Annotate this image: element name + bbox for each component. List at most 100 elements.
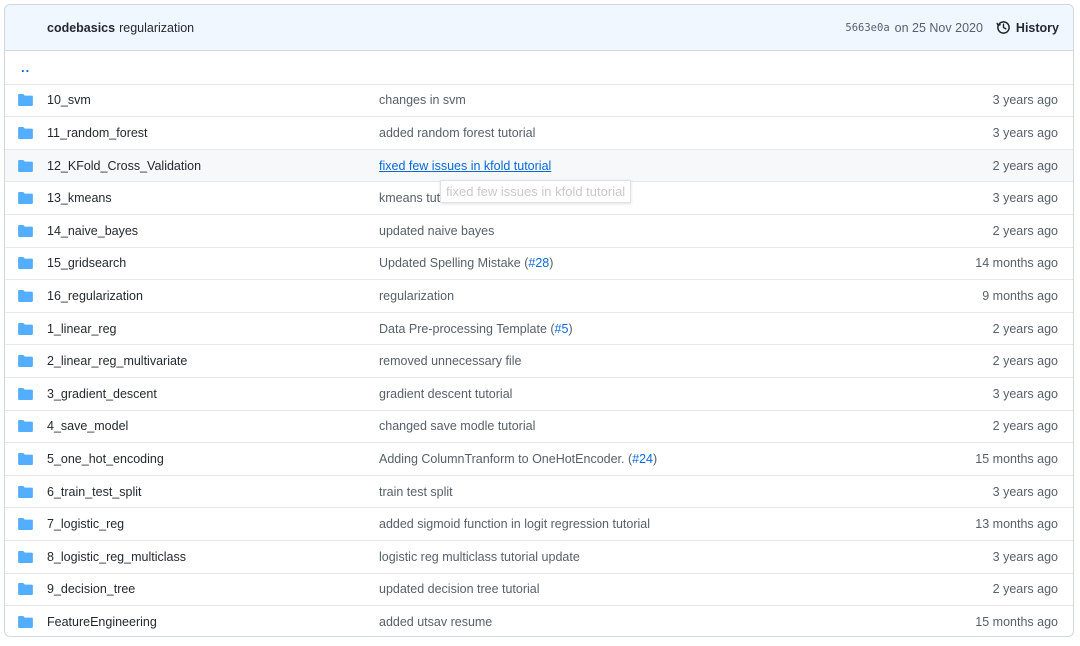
commit-author[interactable]: codebasics — [47, 21, 115, 35]
folder-name-link[interactable]: FeatureEngineering — [47, 615, 379, 629]
folder-icon — [18, 452, 33, 465]
file-row[interactable]: 5_one_hot_encoding Adding ColumnTranform … — [5, 442, 1073, 475]
file-row[interactable]: 6_train_test_split train test split 3 year… — [5, 474, 1073, 508]
folder-name-link[interactable]: 16_regularization — [47, 289, 379, 303]
folder-name-link[interactable]: 10_svm — [47, 93, 379, 107]
file-row[interactable]: 12_KFold_Cross_Validation fixed few issue… — [5, 148, 1073, 182]
commit-message-link[interactable]: added utsav resume — [379, 615, 975, 629]
folder-icon — [18, 257, 33, 270]
commit-message-text: Updated Spelling Mistake ( — [379, 256, 529, 271]
folder-name-link[interactable]: 1_linear_reg — [47, 322, 379, 336]
folder-icon — [18, 387, 33, 400]
folder-name-link[interactable]: 7_logistic_reg — [47, 517, 379, 531]
commit-message-link[interactable]: changed save modle tutorial — [379, 419, 993, 433]
commit-message-suffix: ) — [653, 451, 658, 466]
file-row[interactable]: 10_svm changes in svm 3 years ago — [5, 83, 1073, 117]
commit-message-text: changes in svm — [379, 93, 466, 108]
file-row[interactable]: FeatureEngineering added utsav resume 15 m… — [5, 605, 1073, 636]
file-row[interactable]: 3_gradient_descent gradient descent tutor… — [5, 376, 1073, 410]
commit-age: 3 years ago — [992, 386, 1058, 401]
folder-name-link[interactable]: 15_gridsearch — [47, 256, 379, 270]
commit-message-suffix: ) — [568, 321, 573, 336]
commit-age: 2 years ago — [992, 223, 1058, 238]
commit-age: 2 years ago — [992, 354, 1058, 369]
commit-message-link[interactable]: Adding ColumnTranform to OneHotEncoder. … — [379, 452, 975, 466]
commit-message-link[interactable]: gradient descent tutorial — [379, 387, 993, 401]
folder-icon — [18, 159, 33, 172]
commit-sha[interactable]: 5663e0a — [845, 22, 889, 34]
file-row[interactable]: 16_regularization regularization 9 months … — [5, 279, 1073, 312]
commit-message-text: Data Pre-processing Template ( — [379, 321, 555, 336]
folder-icon — [18, 550, 33, 563]
folder-name-link[interactable]: 2_linear_reg_multivariate — [47, 354, 379, 368]
commit-age: 15 months ago — [975, 614, 1058, 629]
commit-message[interactable]: regularization — [119, 21, 194, 35]
folder-icon — [18, 126, 33, 139]
commit-message-link[interactable]: fixed few issues in kfold tutorial — [379, 159, 993, 173]
commit-message-link[interactable]: added sigmoid function in logit regressi… — [379, 517, 975, 531]
folder-icon — [18, 289, 33, 302]
folder-name-link[interactable]: 13_kmeans — [47, 191, 379, 205]
pull-request-link[interactable]: #24 — [632, 452, 653, 466]
folder-name-link[interactable]: 6_train_test_split — [47, 485, 379, 499]
commit-message-text: added sigmoid function in logit regressi… — [379, 517, 650, 532]
history-button[interactable]: History — [996, 20, 1059, 35]
parent-directory-link[interactable]: .. — [5, 60, 30, 75]
pull-request-link[interactable]: #5 — [555, 322, 569, 336]
commit-age: 2 years ago — [992, 582, 1058, 597]
file-row[interactable]: 7_logistic_reg added sigmoid function in … — [5, 507, 1073, 540]
folder-icon — [18, 583, 33, 596]
folder-name-link[interactable]: 14_naive_bayes — [47, 224, 379, 238]
pull-request-link[interactable]: #28 — [528, 256, 549, 270]
folder-name-link[interactable]: 12_KFold_Cross_Validation — [47, 159, 379, 173]
commit-message-text: logistic reg multiclass tutorial update — [379, 549, 580, 564]
folder-icon — [18, 485, 33, 498]
file-row[interactable]: 2_linear_reg_multivariate removed unneces… — [5, 344, 1073, 377]
file-row[interactable]: 15_gridsearch Updated Spelling Mistake (#… — [5, 246, 1073, 280]
file-row[interactable]: 14_naive_bayes updated naive bayes 2 years… — [5, 213, 1073, 247]
commit-age: 3 years ago — [992, 484, 1058, 499]
file-row[interactable]: 11_random_forest added random forest tuto… — [5, 116, 1073, 149]
latest-commit-bar: codebasics regularization 5663e0a on 25 … — [5, 5, 1073, 51]
folder-icon — [18, 322, 33, 335]
folder-name-link[interactable]: 9_decision_tree — [47, 582, 379, 596]
parent-directory-row[interactable]: .. — [5, 51, 1073, 84]
commit-age: 2 years ago — [992, 419, 1058, 434]
folder-name-link[interactable]: 5_one_hot_encoding — [47, 452, 379, 466]
folder-name-link[interactable]: 8_logistic_reg_multiclass — [47, 550, 379, 564]
history-label: History — [1015, 20, 1059, 35]
commit-age: 3 years ago — [992, 93, 1058, 108]
file-browser: codebasics regularization 5663e0a on 25 … — [4, 4, 1074, 637]
commit-message-link[interactable]: Data Pre-processing Template (#5) — [379, 322, 993, 336]
commit-message-link[interactable]: added random forest tutorial — [379, 126, 993, 140]
commit-message-text: added utsav resume — [379, 614, 493, 629]
folder-name-link[interactable]: 11_random_forest — [47, 126, 379, 140]
commit-age: 9 months ago — [982, 288, 1058, 303]
file-row[interactable]: 4_save_model changed save modle tutorial 2… — [5, 409, 1073, 443]
folder-name-link[interactable]: 3_gradient_descent — [47, 387, 379, 401]
commit-message-link[interactable]: train test split — [379, 485, 993, 499]
commit-message-link[interactable]: Updated Spelling Mistake (#28) — [379, 256, 975, 270]
commit-message-link[interactable]: regularization — [379, 289, 982, 303]
folder-icon — [18, 224, 33, 237]
file-row[interactable]: 1_linear_reg Data Pre-processing Template… — [5, 311, 1073, 345]
file-row[interactable]: 8_logistic_reg_multiclass logistic reg mu… — [5, 539, 1073, 573]
commit-age: 13 months ago — [975, 517, 1058, 532]
commit-message-text: updated decision tree tutorial — [379, 582, 540, 597]
commit-date: on 25 Nov 2020 — [894, 20, 983, 35]
commit-message-link[interactable]: changes in svm — [379, 93, 993, 107]
commit-message-link[interactable]: updated decision tree tutorial — [379, 582, 993, 596]
history-icon — [996, 21, 1010, 34]
file-row[interactable]: 9_decision_tree updated decision tree tut… — [5, 572, 1073, 606]
commit-message-text: added random forest tutorial — [379, 125, 536, 140]
folder-name-link[interactable]: 4_save_model — [47, 419, 379, 433]
commit-message-suffix: ) — [549, 256, 554, 271]
commit-tooltip: fixed few issues in kfold tutorial — [440, 180, 632, 203]
commit-message-text: removed unnecessary file — [379, 354, 522, 369]
commit-message-link[interactable]: logistic reg multiclass tutorial update — [379, 550, 993, 564]
commit-message-text: regularization — [379, 288, 455, 303]
commit-message-link[interactable]: updated naive bayes — [379, 224, 993, 238]
commit-message-link[interactable]: removed unnecessary file — [379, 354, 993, 368]
commit-age: 3 years ago — [992, 191, 1058, 206]
commit-age: 2 years ago — [992, 158, 1058, 173]
